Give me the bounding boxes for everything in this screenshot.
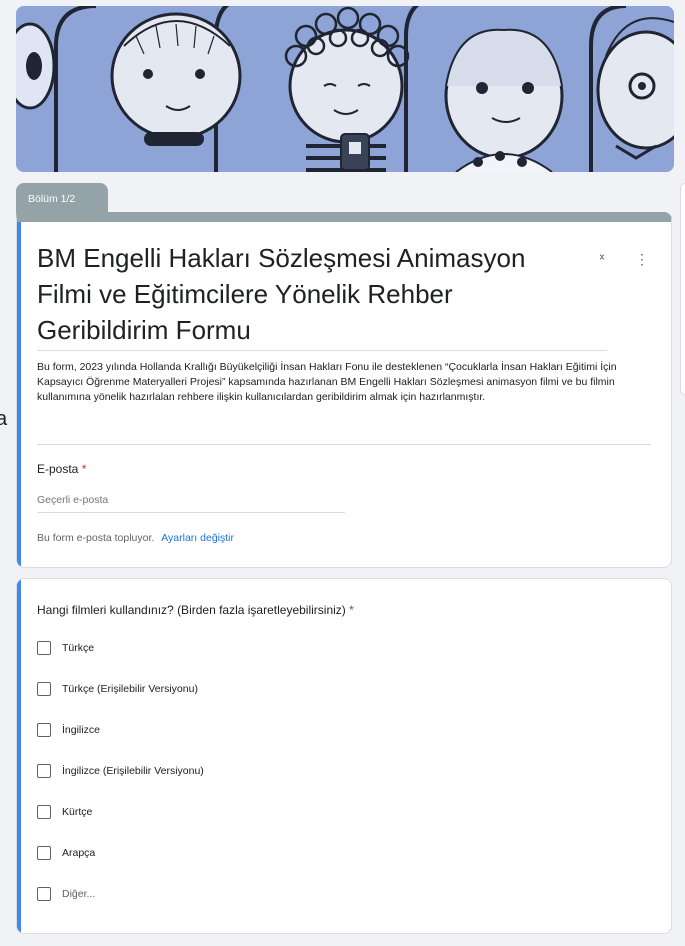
option-label: Diğer... (62, 888, 96, 900)
change-settings-link[interactable]: Ayarları değiştir (161, 532, 234, 544)
email-input[interactable] (37, 488, 345, 513)
email-collection-note: Bu form e-posta topluyor. Ayarları değiş… (37, 532, 234, 544)
option-turkish[interactable]: Türkçe (37, 639, 94, 657)
option-other[interactable]: Diğer... (37, 885, 95, 903)
collapse-icon: ⌄ ⌃ (597, 248, 607, 268)
collapse-section-button[interactable]: ⌄ ⌃ (595, 248, 609, 268)
checkbox[interactable] (37, 846, 51, 860)
more-options-button[interactable]: ⋮ (635, 250, 649, 268)
header-banner-image (16, 6, 674, 172)
active-card-indicator (17, 579, 21, 933)
option-label: Türkçe (Erişilebilir Versiyonu) (62, 683, 198, 695)
more-vert-icon: ⋮ (635, 251, 649, 267)
checkbox[interactable] (37, 682, 51, 696)
offscreen-text-fragment: a (0, 408, 8, 430)
checkbox[interactable] (37, 641, 51, 655)
checkbox[interactable] (37, 723, 51, 737)
option-english-accessible[interactable]: İngilizce (Erişilebilir Versiyonu) (37, 762, 204, 780)
option-english[interactable]: İngilizce (37, 721, 100, 739)
option-label: Kürtçe (62, 806, 93, 818)
form-description[interactable]: Bu form, 2023 yılında Hollanda Krallığı … (37, 360, 652, 405)
question-title: Hangi filmleri kullandınız? (Birden fazl… (37, 603, 354, 617)
option-turkish-accessible[interactable]: Türkçe (Erişilebilir Versiyonu) (37, 680, 198, 698)
side-toolbar-edge (680, 183, 685, 395)
option-label: İngilizce (Erişilebilir Versiyonu) (62, 765, 204, 777)
section-tab: Bölüm 1/2 (16, 183, 108, 215)
option-label: Türkçe (62, 642, 95, 654)
form-header-card[interactable]: BM Engelli Hakları Sözleşmesi Animasyon … (16, 212, 672, 568)
option-label: İngilizce (62, 724, 100, 736)
collect-note-text: Bu form e-posta topluyor. (37, 532, 155, 544)
email-label-text: E-posta (37, 462, 79, 476)
option-kurdish[interactable]: Kürtçe (37, 803, 92, 821)
required-asterisk: * (349, 603, 354, 617)
active-card-indicator (17, 222, 21, 567)
checkbox[interactable] (37, 764, 51, 778)
option-arabic[interactable]: Arapça (37, 844, 95, 862)
title-underline (37, 350, 607, 351)
checkbox[interactable] (37, 805, 51, 819)
divider (37, 444, 651, 445)
question-card[interactable]: Hangi filmleri kullandınız? (Birden fazl… (16, 578, 672, 934)
email-question-label: E-posta * (37, 462, 86, 476)
form-title[interactable]: BM Engelli Hakları Sözleşmesi Animasyon … (37, 240, 557, 348)
checkbox[interactable] (37, 887, 51, 901)
option-label: Arapça (62, 847, 96, 859)
banner-illustration (16, 6, 674, 172)
required-asterisk: * (81, 462, 87, 476)
question-title-text: Hangi filmleri kullandınız? (Birden fazl… (37, 603, 346, 617)
